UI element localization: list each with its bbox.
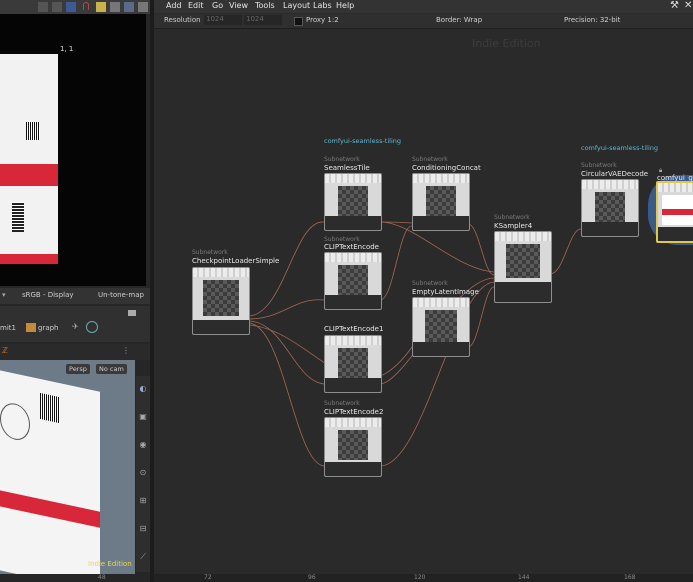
menu-layout[interactable]: Layout xyxy=(283,1,310,10)
resolution-height[interactable]: 1024 xyxy=(244,15,282,25)
image-viewer[interactable]: 1, 1 xyxy=(0,14,146,286)
precision-label[interactable]: Precision: 32-bit xyxy=(564,16,620,24)
viewer-toolbar: ⋂ xyxy=(0,0,150,14)
path-graph[interactable]: graph xyxy=(38,324,59,332)
tonemap-select[interactable]: Un-tone-map xyxy=(98,291,144,299)
node-cliptextencode1[interactable] xyxy=(324,335,382,393)
node-subtype: Subnetwork xyxy=(412,156,448,163)
node-cliptextencode2[interactable] xyxy=(324,417,382,477)
resolution-label: Resolution xyxy=(164,16,201,24)
display-icon[interactable] xyxy=(38,2,48,12)
ruler-tick: 48 xyxy=(98,574,106,581)
node-tag: comfyui-seamless-tiling xyxy=(581,144,659,152)
menu-bar: Add Edit Go View Tools Layout Labs Help … xyxy=(154,0,693,13)
node-ksampler-title[interactable]: KSampler4 xyxy=(494,222,532,230)
node-emptylatent-title[interactable]: EmptyLatentImage xyxy=(412,288,479,296)
scene-header: ℤ ⋮ xyxy=(0,344,150,360)
node-emptylatent[interactable] xyxy=(412,297,470,357)
chevron-icon[interactable]: ▾ xyxy=(2,291,6,299)
node-circularvae-title[interactable]: CircularVAEDecode xyxy=(581,170,648,178)
node-checkpointloader[interactable] xyxy=(192,267,250,335)
ruler-tick: 120 xyxy=(414,574,426,581)
menu-icon[interactable]: ⋮ xyxy=(122,346,130,355)
ghost-icon[interactable]: ◉ xyxy=(138,440,148,450)
menu-labs[interactable]: Labs xyxy=(313,1,332,10)
node-comfyui-gr[interactable] xyxy=(656,181,693,243)
menu-tools[interactable]: Tools xyxy=(255,1,275,10)
path-bar: mit1 graph ✈ xyxy=(0,306,150,342)
persp-menu[interactable]: Persp xyxy=(66,364,90,374)
menu-edit[interactable]: Edit xyxy=(188,1,204,10)
node-subtype: Subnetwork xyxy=(324,400,360,407)
node-cliptextencode2-title[interactable]: CLIPTextEncode2 xyxy=(324,408,383,416)
cop-toolbar: Resolution 1024 1024 Proxy 1:2 Border: W… xyxy=(154,14,693,29)
snap-icon[interactable]: ⊞ xyxy=(138,496,148,506)
proxy-label: Proxy 1:2 xyxy=(306,16,339,24)
layout-icon[interactable] xyxy=(124,2,134,12)
node-conditioningconcat-title[interactable]: ConditioningConcat xyxy=(412,164,481,172)
ruler-tick: 168 xyxy=(624,574,636,581)
light-icon[interactable]: ◐ xyxy=(138,384,148,394)
color-bar: ▾ sRGB - Display Un-tone-map xyxy=(0,288,150,304)
node-conditioningconcat[interactable] xyxy=(412,173,470,231)
node-circularvae[interactable] xyxy=(581,179,639,237)
wrench-icon[interactable]: ⚒ xyxy=(670,0,679,11)
menu-help[interactable]: Help xyxy=(336,1,354,10)
path-left[interactable]: mit1 xyxy=(0,324,16,332)
grid-icon[interactable]: ⊟ xyxy=(138,524,148,534)
scene-viewport[interactable]: Persp No cam Indie Edition xyxy=(0,360,135,574)
node-subtype: Subnetwork xyxy=(324,156,360,163)
node-checkpointloader-title[interactable]: CheckpointLoaderSimple xyxy=(192,257,279,265)
menu-add[interactable]: Add xyxy=(166,1,182,10)
node-subtype: Subnetwork xyxy=(192,249,228,256)
close-icon[interactable]: ✕ xyxy=(684,0,692,11)
axis-icon: ℤ xyxy=(2,346,8,355)
node-cliptextencode[interactable] xyxy=(324,252,382,310)
display-select[interactable]: sRGB - Display xyxy=(22,291,74,299)
ticket-image xyxy=(0,54,58,264)
node-subtype: Subnetwork xyxy=(581,162,617,169)
tool-icon[interactable]: ⟋ xyxy=(138,552,148,562)
target-icon[interactable] xyxy=(86,321,98,333)
node-tag: comfyui-seamless-tiling xyxy=(324,137,402,145)
node-cliptextencode-title[interactable]: CLIPTextEncode xyxy=(324,243,379,251)
view-icon[interactable] xyxy=(138,2,148,12)
dice-icon[interactable] xyxy=(96,2,106,12)
pixel-coord: 1, 1 xyxy=(60,45,74,53)
ruler-tick: 144 xyxy=(518,574,530,581)
node-ksampler[interactable] xyxy=(494,231,552,303)
ruler-tick: 96 xyxy=(308,574,316,581)
node-seamlesstile[interactable] xyxy=(324,173,382,231)
window-icon[interactable] xyxy=(128,310,136,316)
ticket-3d xyxy=(0,368,100,574)
node-subtype: Subnetwork xyxy=(324,236,360,243)
indie-label: Indie Edition xyxy=(88,560,132,568)
image-icon[interactable] xyxy=(52,2,62,12)
scene-toolbar: ◐ ▣ ◉ ⊙ ⊞ ⊟ ⟋ xyxy=(136,376,150,572)
lock-icon[interactable]: ▣ xyxy=(138,412,148,422)
camera-icon[interactable] xyxy=(66,2,76,12)
pin-icon[interactable]: ⊙ xyxy=(138,468,148,478)
menu-go[interactable]: Go xyxy=(212,1,223,10)
ruler: 48 72 96 120 144 168 xyxy=(98,574,693,582)
network-editor[interactable]: Indie Edition Subnetwork CheckpointLoade… xyxy=(154,29,693,574)
folder-icon xyxy=(26,323,36,332)
node-subtype: Subnetwork xyxy=(412,280,448,287)
magnet-icon[interactable]: ⋂ xyxy=(80,1,92,11)
proxy-checkbox[interactable] xyxy=(294,17,303,26)
node-cliptextencode1-title[interactable]: CLIPTextEncode1 xyxy=(324,325,383,333)
camera-menu[interactable]: No cam xyxy=(96,364,127,374)
grid-icon[interactable] xyxy=(110,2,120,12)
ruler-tick: 72 xyxy=(204,574,212,581)
node-seamlesstile-title[interactable]: SeamlessTile xyxy=(324,164,370,172)
menu-view[interactable]: View xyxy=(229,1,248,10)
resolution-width[interactable]: 1024 xyxy=(204,15,242,25)
node-subtype: Subnetwork xyxy=(494,214,530,221)
pin-icon[interactable]: ✈ xyxy=(72,322,79,331)
border-label[interactable]: Border: Wrap xyxy=(436,16,482,24)
